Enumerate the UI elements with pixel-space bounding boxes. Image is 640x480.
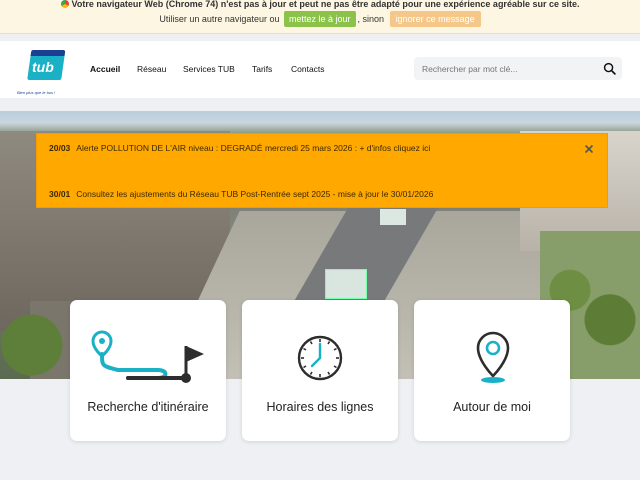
alert-text: Alerte POLLUTION DE L'AIR niveau : DEGRA…: [76, 143, 431, 153]
update-browser-button[interactable]: mettez le à jour: [283, 11, 356, 27]
alert-date: 30/01: [49, 189, 71, 199]
route-flag-icon: [91, 330, 204, 383]
card-label: Autour de moi: [453, 400, 531, 414]
nav-accueil[interactable]: Accueil: [90, 41, 120, 98]
alert-banner: 20/03 Alerte POLLUTION DE L'AIR niveau : …: [36, 133, 608, 208]
card-label: Recherche d'itinéraire: [87, 400, 209, 414]
tub-logo[interactable]: tub Bien plus que le bus !: [17, 50, 67, 95]
alert-item[interactable]: 30/01 Consultez les ajustements du Réseau…: [49, 189, 433, 199]
clock-icon: [297, 335, 343, 381]
alert-item[interactable]: 20/03 Alerte POLLUTION DE L'AIR niveau : …: [49, 143, 430, 153]
chrome-icon: [60, 0, 69, 8]
warning-prompt: Utiliser un autre navigateur ou: [159, 14, 280, 24]
card-itinerary-search[interactable]: Recherche d'itinéraire: [70, 300, 226, 441]
nav-services-tub[interactable]: Services TUB: [183, 41, 235, 98]
warning-prompt-middle: , sinon: [357, 14, 385, 24]
card-line-timetables[interactable]: Horaires des lignes: [242, 300, 398, 441]
browser-warning-message: Votre navigateur Web (Chrome 74) n'est p…: [71, 0, 580, 9]
nav-tarifs[interactable]: Tarifs: [252, 41, 272, 98]
browser-warning-bar: Votre navigateur Web (Chrome 74) n'est p…: [0, 0, 640, 34]
card-around-me[interactable]: Autour de moi: [414, 300, 570, 441]
card-label: Horaires des lignes: [266, 400, 374, 414]
search-box: [414, 57, 622, 80]
close-icon[interactable]: [584, 144, 594, 154]
map-pin-icon: [476, 331, 510, 383]
site-header: tub Bien plus que le bus ! Accueil Résea…: [0, 41, 640, 98]
logo-tagline: Bien plus que le bus !: [17, 90, 56, 95]
nav-reseau[interactable]: Réseau: [137, 41, 166, 98]
ignore-message-button[interactable]: ignorer ce message: [389, 11, 481, 27]
alert-text: Consultez les ajustements du Réseau TUB …: [76, 189, 434, 199]
alert-date: 20/03: [49, 143, 71, 153]
logo-text: tub: [32, 59, 54, 75]
nav-contacts[interactable]: Contacts: [291, 41, 325, 98]
search-icon[interactable]: [603, 62, 616, 75]
search-input[interactable]: [422, 57, 592, 80]
